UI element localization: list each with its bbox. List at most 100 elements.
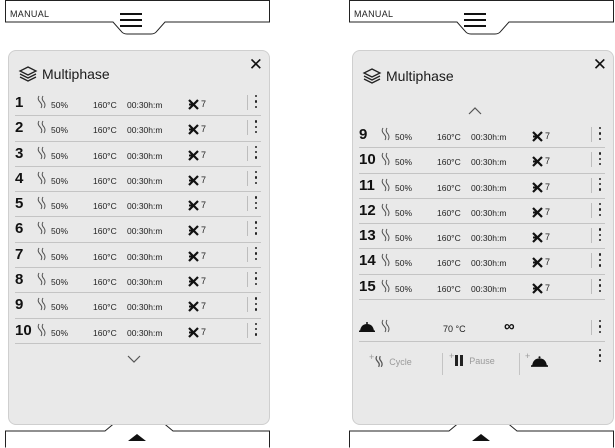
steam-vent-icon bbox=[188, 276, 199, 287]
divider bbox=[247, 221, 248, 237]
more-options-icon[interactable] bbox=[599, 127, 602, 142]
duration-value: 00:30h:m bbox=[471, 157, 507, 168]
more-options-icon[interactable] bbox=[255, 95, 258, 110]
steam-vent-icon bbox=[532, 257, 543, 269]
plus-icon: + bbox=[525, 351, 531, 361]
phase-number: 9 bbox=[15, 296, 24, 314]
duration-value: 00:30h:m bbox=[127, 125, 163, 136]
phase-number: 1 bbox=[15, 94, 24, 111]
fan-speed-icon bbox=[37, 247, 46, 261]
final-phase-row[interactable]: 70 °C ∞ bbox=[359, 315, 605, 342]
steam-level-value: 7 bbox=[201, 225, 207, 236]
more-options-icon[interactable] bbox=[255, 297, 258, 312]
fan-speed-icon bbox=[381, 279, 390, 293]
hamburger-menu-icon[interactable] bbox=[120, 13, 142, 27]
more-options-icon[interactable] bbox=[599, 152, 602, 167]
phase-row[interactable]: 1 50% 160°C 00:30h:m 7 bbox=[15, 91, 261, 117]
phase-list: 9 50% 160°C 00:30h:m 7 10 50% 160°C 00:30h:m 7 11 5… bbox=[359, 123, 605, 301]
fan-speed-value: 50% bbox=[395, 132, 413, 142]
multiphase-panel: Multiphase ✕ 1 50% 160°C 00:30h:m 7 2 50% 160°C… bbox=[8, 50, 270, 425]
duration-value: 00:30h:m bbox=[471, 283, 507, 294]
phase-row[interactable]: 2 50% 160°C 00:30h:m 7 bbox=[15, 116, 261, 142]
more-options-icon[interactable] bbox=[599, 253, 602, 268]
steam-vent-icon bbox=[532, 207, 543, 218]
temperature-value: 160°C bbox=[93, 251, 117, 262]
final-temperature: 70 °C bbox=[443, 324, 466, 334]
phase-row[interactable]: 13 50% 160°C 00:30h:m 7 bbox=[359, 224, 605, 250]
fan-speed-value: 50% bbox=[395, 258, 413, 269]
more-options-icon[interactable] bbox=[255, 221, 258, 236]
panel-header: Multiphase bbox=[18, 65, 110, 83]
phase-row[interactable]: 8 50% 160°C 00:30h:m 7 bbox=[15, 268, 261, 294]
more-options-icon[interactable] bbox=[599, 278, 602, 294]
more-options-icon[interactable] bbox=[255, 196, 258, 211]
more-options-icon[interactable] bbox=[255, 246, 258, 262]
more-options-icon[interactable] bbox=[255, 170, 258, 186]
duration-value: 00:30h:m bbox=[127, 327, 163, 338]
phase-row[interactable]: 10 50% 160°C 00:30h:m 7 bbox=[359, 148, 605, 174]
drawer-up-arrow-icon[interactable] bbox=[128, 434, 146, 441]
divider bbox=[591, 202, 592, 218]
fan-speed-value: 50% bbox=[395, 207, 413, 218]
phase-row[interactable]: 9 50% 160°C 00:30h:m 7 bbox=[359, 123, 605, 149]
steam-level-value: 7 bbox=[545, 232, 551, 243]
steam-vent-icon bbox=[188, 99, 199, 110]
phase-row[interactable]: 15 50% 160°C 00:30h:m 7 bbox=[359, 275, 605, 301]
phase-row[interactable]: 14 50% 160°C 00:30h:m 7 bbox=[359, 249, 605, 275]
temperature-value: 160°C bbox=[93, 327, 117, 338]
fan-speed-value: 50% bbox=[395, 283, 413, 294]
mode-label: MANUAL bbox=[354, 9, 394, 19]
fan-speed-icon bbox=[37, 323, 46, 336]
steam-vent-icon bbox=[188, 175, 199, 186]
phase-row[interactable]: 4 50% 160°C 00:30h:m 7 bbox=[15, 167, 261, 193]
temperature-value: 160°C bbox=[93, 277, 117, 288]
more-options-icon[interactable] bbox=[599, 202, 602, 218]
phase-row[interactable]: 3 50% 160°C 00:30h:m 7 bbox=[15, 142, 261, 167]
phase-row[interactable]: 9 50% 160°C 00:30h:m 7 bbox=[15, 293, 261, 319]
more-options-icon[interactable] bbox=[255, 145, 258, 161]
scroll-up-icon[interactable] bbox=[468, 107, 482, 115]
more-options-icon[interactable] bbox=[255, 272, 258, 287]
steam-level-value: 7 bbox=[201, 301, 207, 312]
phase-row[interactable]: 10 50% 160°C 00:30h:m 7 bbox=[15, 319, 261, 344]
temperature-value: 160°C bbox=[437, 182, 461, 193]
fan-speed-value: 50% bbox=[51, 201, 69, 212]
more-options-icon[interactable] bbox=[599, 228, 602, 243]
duration-value: 00:30h:m bbox=[471, 132, 507, 142]
phase-row[interactable]: 11 50% 160°C 00:30h:m 7 bbox=[359, 174, 605, 199]
holding-bell-icon bbox=[531, 356, 549, 367]
phase-number: 14 bbox=[359, 252, 376, 270]
fan-speed-icon bbox=[381, 254, 390, 267]
add-holding-button[interactable]: + bbox=[525, 351, 554, 367]
temperature-value: 160°C bbox=[93, 150, 117, 161]
divider bbox=[247, 272, 248, 288]
fan-speed-icon bbox=[375, 355, 383, 368]
more-options-icon[interactable] bbox=[599, 349, 602, 364]
temperature-value: 160°C bbox=[93, 125, 117, 136]
fan-speed-icon bbox=[381, 178, 390, 191]
add-actions-bar: + Cycle + Pause + bbox=[359, 349, 605, 377]
fan-speed-value: 50% bbox=[51, 175, 69, 186]
more-options-icon[interactable] bbox=[599, 320, 602, 335]
close-icon[interactable]: ✕ bbox=[249, 56, 263, 73]
drawer-up-arrow-icon[interactable] bbox=[472, 434, 490, 441]
phase-row[interactable]: 6 50% 160°C 00:30h:m 7 bbox=[15, 217, 261, 243]
more-options-icon[interactable] bbox=[255, 322, 258, 338]
add-pause-button[interactable]: + Pause bbox=[449, 351, 495, 366]
duration-value: 00:30h:m bbox=[127, 175, 163, 186]
phase-row[interactable]: 12 50% 160°C 00:30h:m 7 bbox=[359, 199, 605, 225]
steam-vent-icon bbox=[188, 326, 199, 338]
phase-row[interactable]: 5 50% 160°C 00:30h:m 7 bbox=[15, 192, 261, 218]
steam-level-value: 7 bbox=[201, 174, 207, 185]
add-cycle-button[interactable]: + Cycle bbox=[369, 352, 412, 368]
hamburger-menu-icon[interactable] bbox=[464, 13, 486, 27]
phase-row[interactable]: 7 50% 160°C 00:30h:m 7 bbox=[15, 243, 261, 269]
phase-number: 13 bbox=[359, 227, 376, 245]
more-options-icon[interactable] bbox=[255, 120, 258, 135]
scroll-down-icon[interactable] bbox=[127, 355, 141, 363]
fan-speed-icon bbox=[37, 171, 46, 185]
fan-speed-value: 50% bbox=[51, 100, 69, 110]
steam-level-value: 7 bbox=[201, 250, 207, 261]
close-icon[interactable]: ✕ bbox=[593, 56, 607, 73]
more-options-icon[interactable] bbox=[599, 177, 602, 193]
